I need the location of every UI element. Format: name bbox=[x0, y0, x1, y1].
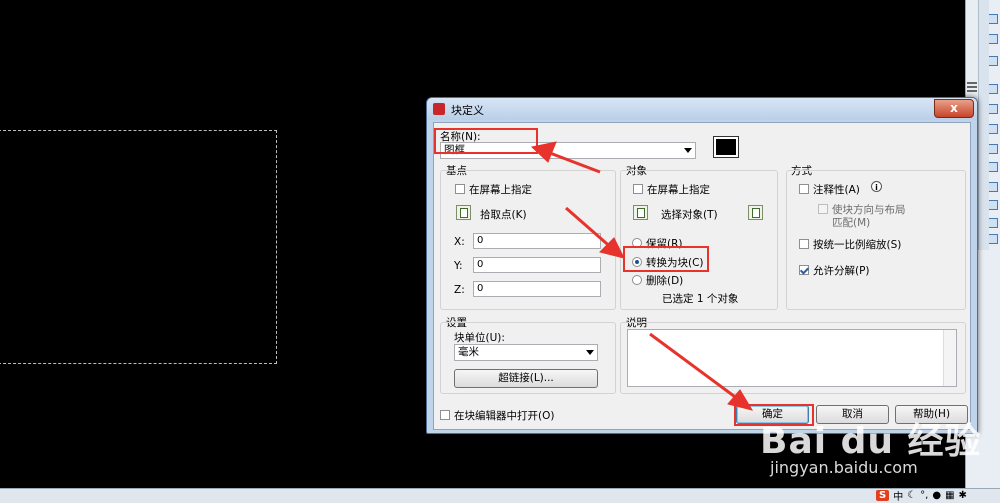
status-bar bbox=[0, 488, 1000, 503]
settings-icon[interactable]: ✱ bbox=[959, 490, 967, 501]
arrow-to-convert bbox=[565, 206, 615, 252]
arrow-head-name bbox=[530, 141, 557, 163]
arrow-to-ok bbox=[649, 332, 743, 404]
baidu-watermark-logo: Bai du 经验 bbox=[760, 421, 982, 462]
punctuation-icon[interactable]: °, bbox=[920, 490, 928, 501]
ime-mode-label[interactable]: 中 bbox=[893, 488, 903, 503]
mic-icon[interactable]: ● bbox=[932, 490, 941, 501]
ime-toolbar[interactable]: S 中 ☾ °, ● ▦ ✱ bbox=[876, 488, 1000, 503]
moon-icon[interactable]: ☾ bbox=[907, 490, 916, 501]
keyboard-icon[interactable]: ▦ bbox=[945, 490, 954, 501]
sogou-icon[interactable]: S bbox=[876, 489, 890, 501]
baidu-watermark-url: jingyan.baidu.com bbox=[770, 458, 918, 477]
